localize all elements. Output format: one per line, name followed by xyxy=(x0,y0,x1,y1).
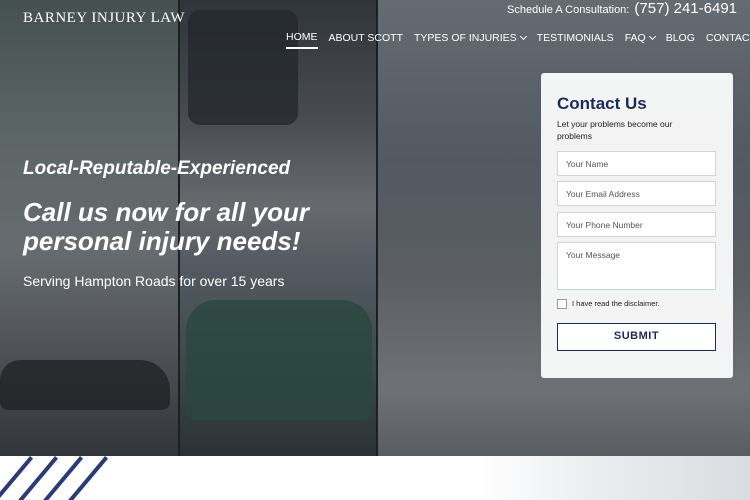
nav-blog[interactable]: BLOG xyxy=(666,31,695,49)
nav-injuries[interactable]: TYPES OF INJURIES xyxy=(413,31,527,49)
submit-button[interactable]: SUBMIT xyxy=(557,323,716,351)
disclaimer-checkbox[interactable] xyxy=(557,299,567,309)
hero-tagline: Local-Reputable-Experienced xyxy=(23,158,291,179)
name-field[interactable]: Your Name xyxy=(557,151,716,176)
nav-testimonials[interactable]: TESTIMONIALS xyxy=(537,31,614,49)
nav-faq[interactable]: FAQ xyxy=(624,31,656,49)
nav-injuries-label: TYPES OF INJURIES xyxy=(413,32,517,44)
chevron-down-icon xyxy=(648,32,656,41)
decorative-stripe xyxy=(60,456,109,500)
form-title: Contact Us xyxy=(557,94,647,113)
nav-testimonials-label: TESTIMONIALS xyxy=(536,32,614,44)
message-field[interactable]: Your Message xyxy=(557,242,716,290)
phone-field[interactable]: Your Phone Number xyxy=(557,212,716,237)
nav-home[interactable]: HOME xyxy=(286,31,318,49)
phone-link[interactable]: (757) 241-6491 xyxy=(634,0,737,17)
form-subtitle: Let your problems become our problems xyxy=(557,119,673,141)
disclaimer-label: I have read the disclaimer. xyxy=(572,299,660,308)
email-field[interactable]: Your Email Address xyxy=(557,181,716,206)
nav-blog-label: BLOG xyxy=(665,32,695,44)
site-logo[interactable]: BARNEY INJURY LAW xyxy=(23,10,185,27)
hero-serving-text: Serving Hampton Roads for over 15 years xyxy=(23,273,285,289)
main-nav: HOME ABOUT SCOTT TYPES OF INJURIES TESTI… xyxy=(286,31,750,49)
nav-contact[interactable]: CONTACT US xyxy=(706,31,750,49)
contact-form: Contact Us Let your problems become our … xyxy=(541,73,733,378)
nav-faq-label: FAQ xyxy=(624,32,646,44)
hero-section: BARNEY INJURY LAW Schedule A Consultatio… xyxy=(0,0,750,456)
nav-home-label: HOME xyxy=(286,31,318,43)
nav-about[interactable]: ABOUT SCOTT xyxy=(329,31,403,49)
hero-headline: Call us now for all your personal injury… xyxy=(23,197,310,256)
nav-about-label: ABOUT SCOTT xyxy=(328,32,403,44)
consultation-label: Schedule A Consultation: xyxy=(507,4,630,16)
chevron-down-icon xyxy=(519,32,527,41)
nav-contact-label: CONTACT US xyxy=(705,32,750,44)
next-section xyxy=(0,456,750,500)
section-background-image xyxy=(480,456,750,500)
consultation-bar: Schedule A Consultation: (757) 241-6491 xyxy=(507,0,737,17)
